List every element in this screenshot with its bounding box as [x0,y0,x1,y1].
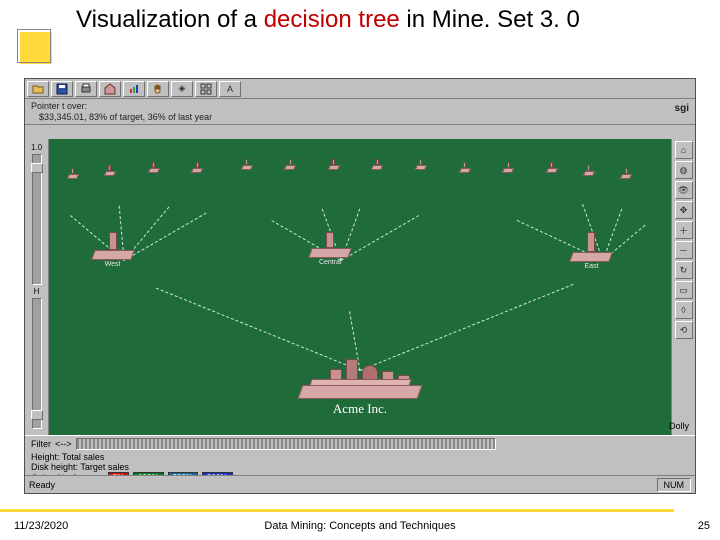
title-accent-square [20,32,52,64]
zoom-in-icon[interactable]: ＋ [675,221,693,239]
sgi-brand: sgi [675,103,689,114]
status-left: Ready [29,480,55,490]
leaf-node[interactable] [329,166,339,170]
info-icon[interactable]: ◈ [171,81,193,97]
vertical-slider-1[interactable] [32,154,42,285]
slider-thumb[interactable] [31,163,43,173]
leaf-node[interactable] [68,175,78,179]
leaf-node[interactable] [584,172,594,176]
page-number: 25 [698,520,710,532]
print-icon[interactable] [75,81,97,97]
leaf-node[interactable] [547,169,557,173]
leaf-node[interactable] [372,166,382,170]
right-toolbar: ⌂ ◍ 👁 ✥ ＋ － ↻ ▭ ◊ ⟲ [671,139,695,435]
tree-edge [123,213,206,261]
text-icon[interactable]: A [219,81,241,97]
leaf-node[interactable] [285,166,295,170]
region-label: East [571,263,611,270]
region-node-west[interactable]: West [93,246,133,268]
footer-title: Data Mining: Concepts and Techniques [264,520,455,532]
grid-icon[interactable] [195,81,217,97]
legend-height: Height: Total sales [31,452,104,462]
filter-slider[interactable] [76,438,496,450]
slide-title: Visualization of a decision tree in Mine… [76,6,700,34]
leaf-node[interactable] [149,169,159,173]
perspective-icon[interactable]: ◊ [675,301,693,319]
title-post: in Mine. Set 3. 0 [400,6,580,33]
title-emphasis: decision tree [264,6,400,33]
root-label: Acme Inc. [300,401,420,417]
region-label: West [93,261,133,268]
footer-date: 11/23/2020 [14,520,68,532]
leaf-node[interactable] [503,169,513,173]
status-num: NUM [657,478,692,492]
tree-edge [341,215,419,261]
title-pre: Visualization of a [76,6,264,33]
save-icon[interactable] [51,81,73,97]
leaf-node[interactable] [242,166,252,170]
leaf-node[interactable] [105,172,115,176]
home-view-icon[interactable]: ⌂ [675,141,693,159]
slider-thumb[interactable] [31,410,43,420]
eye-icon[interactable]: 👁 [675,181,693,199]
hand-icon[interactable] [147,81,169,97]
reset-icon[interactable]: ⟲ [675,321,693,339]
left-slider-column: 1.0 H [25,139,49,435]
leaf-node[interactable] [416,166,426,170]
3d-viewport[interactable]: West Central East [49,139,671,435]
pan-icon[interactable]: ✥ [675,201,693,219]
legend-disk: Disk height: Target sales [31,462,129,472]
leaf-node[interactable] [621,175,631,179]
status-bar: Ready NUM [25,475,695,493]
pointer-detail: $33,345.01, 83% of target, 36% of last y… [31,112,689,123]
tree-edge [360,284,574,371]
pointer-info-panel: Pointer t over: $33,345.01, 83% of targe… [25,99,695,125]
footer-accent-bar [0,509,674,512]
filter-arrows: <--> [55,439,72,449]
dolly-label: Dolly [669,421,689,431]
zoom-out-icon[interactable]: － [675,241,693,259]
globe-icon[interactable]: ◍ [675,161,693,179]
root-node[interactable]: Acme Inc. [300,363,420,417]
slider-top-label: 1.0 [31,143,42,152]
region-node-central[interactable]: Central [310,246,350,266]
bottom-panel: Filter <--> Height: Total sales Disk hei… [25,435,695,475]
leaf-node[interactable] [460,169,470,173]
leaf-node[interactable] [192,169,202,173]
chart-icon[interactable] [123,81,145,97]
open-icon[interactable] [27,81,49,97]
home-icon[interactable] [99,81,121,97]
slider-bottom-label: H [34,287,40,296]
rotate-icon[interactable]: ↻ [675,261,693,279]
region-label: Central [310,259,350,266]
slide-footer: 11/23/2020 Data Mining: Concepts and Tec… [0,516,720,536]
top-toolbar: ◈ A [25,79,695,99]
mineset-window: ◈ A Pointer t over: $33,345.01, 83% of t… [24,78,696,494]
pointer-heading: Pointer t over: [31,101,689,112]
filter-label: Filter [31,439,51,449]
vertical-slider-2[interactable] [32,298,42,429]
region-node-east[interactable]: East [571,246,611,270]
box-icon[interactable]: ▭ [675,281,693,299]
